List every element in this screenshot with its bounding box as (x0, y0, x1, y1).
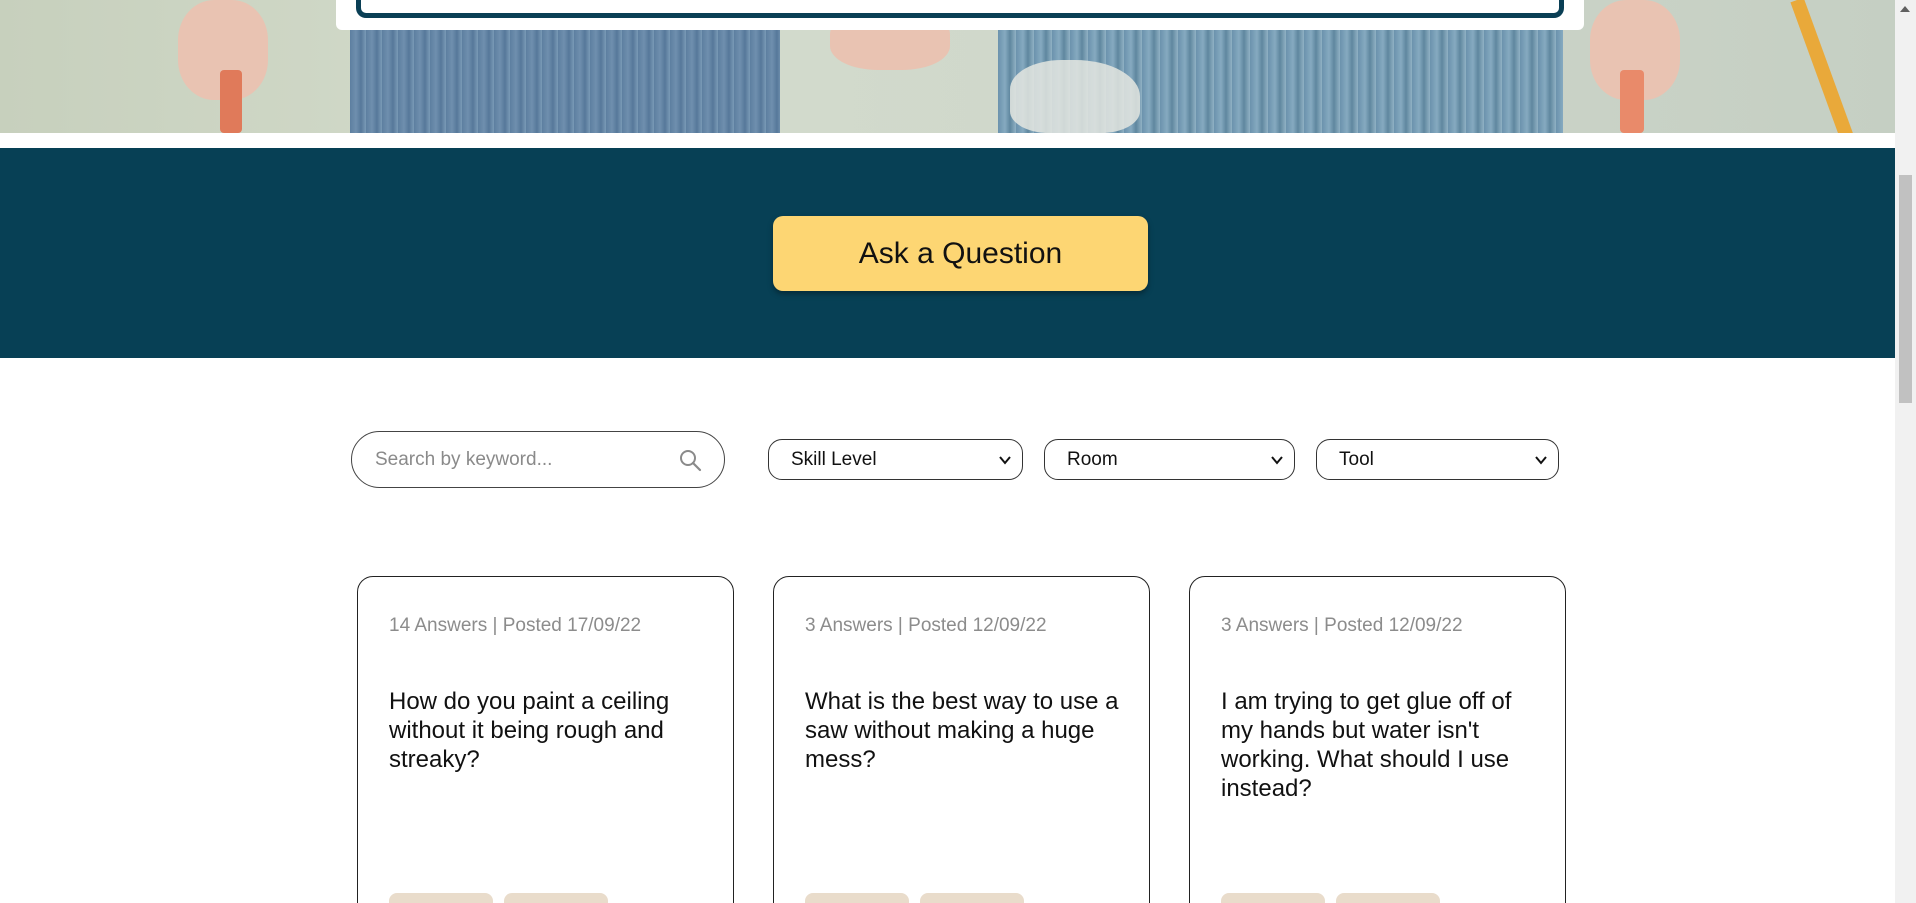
tag-chip[interactable] (805, 893, 909, 903)
hero-search-card (336, 0, 1584, 30)
ask-question-button[interactable]: Ask a Question (773, 216, 1148, 291)
hero-search-field[interactable] (356, 0, 1564, 18)
tool-value: Tool (1339, 448, 1374, 470)
hero-brush-left (220, 70, 242, 133)
room-select[interactable]: Room (1044, 439, 1295, 480)
tag-chip[interactable] (920, 893, 1024, 903)
question-card[interactable]: 14 Answers | Posted 17/09/22 How do you … (357, 576, 734, 903)
search-icon[interactable] (678, 448, 702, 472)
question-title[interactable]: How do you paint a ceiling without it be… (389, 687, 709, 774)
search-input[interactable] (375, 448, 678, 471)
scroll-up-icon[interactable] (1900, 6, 1910, 12)
question-card[interactable]: 3 Answers | Posted 12/09/22 What is the … (773, 576, 1150, 903)
page-scrollbar[interactable] (1895, 0, 1916, 903)
scrollbar-thumb[interactable] (1899, 175, 1912, 403)
skill-level-value: Skill Level (791, 448, 877, 470)
question-tags (389, 893, 608, 903)
chevron-down-icon (999, 455, 1011, 465)
question-card[interactable]: 3 Answers | Posted 12/09/22 I am trying … (1189, 576, 1566, 903)
tool-select[interactable]: Tool (1316, 439, 1559, 480)
question-tags (1221, 893, 1440, 903)
question-meta: 3 Answers | Posted 12/09/22 (1221, 615, 1463, 636)
keyword-search[interactable] (351, 431, 725, 488)
hero-brush-right (1620, 70, 1644, 133)
tag-chip[interactable] (1221, 893, 1325, 903)
tag-chip[interactable] (504, 893, 608, 903)
chevron-down-icon (1535, 455, 1547, 465)
room-value: Room (1067, 448, 1118, 470)
skill-level-select[interactable]: Skill Level (768, 439, 1023, 480)
question-title[interactable]: What is the best way to use a saw withou… (805, 687, 1125, 774)
question-meta: 14 Answers | Posted 17/09/22 (389, 615, 642, 636)
tag-chip[interactable] (1336, 893, 1440, 903)
question-tags (805, 893, 1024, 903)
tag-chip[interactable] (389, 893, 493, 903)
hero-jeans-tear (1010, 60, 1140, 133)
chevron-down-icon (1271, 455, 1283, 465)
question-meta: 3 Answers | Posted 12/09/22 (805, 615, 1047, 636)
question-title[interactable]: I am trying to get glue off of my hands … (1221, 687, 1541, 803)
